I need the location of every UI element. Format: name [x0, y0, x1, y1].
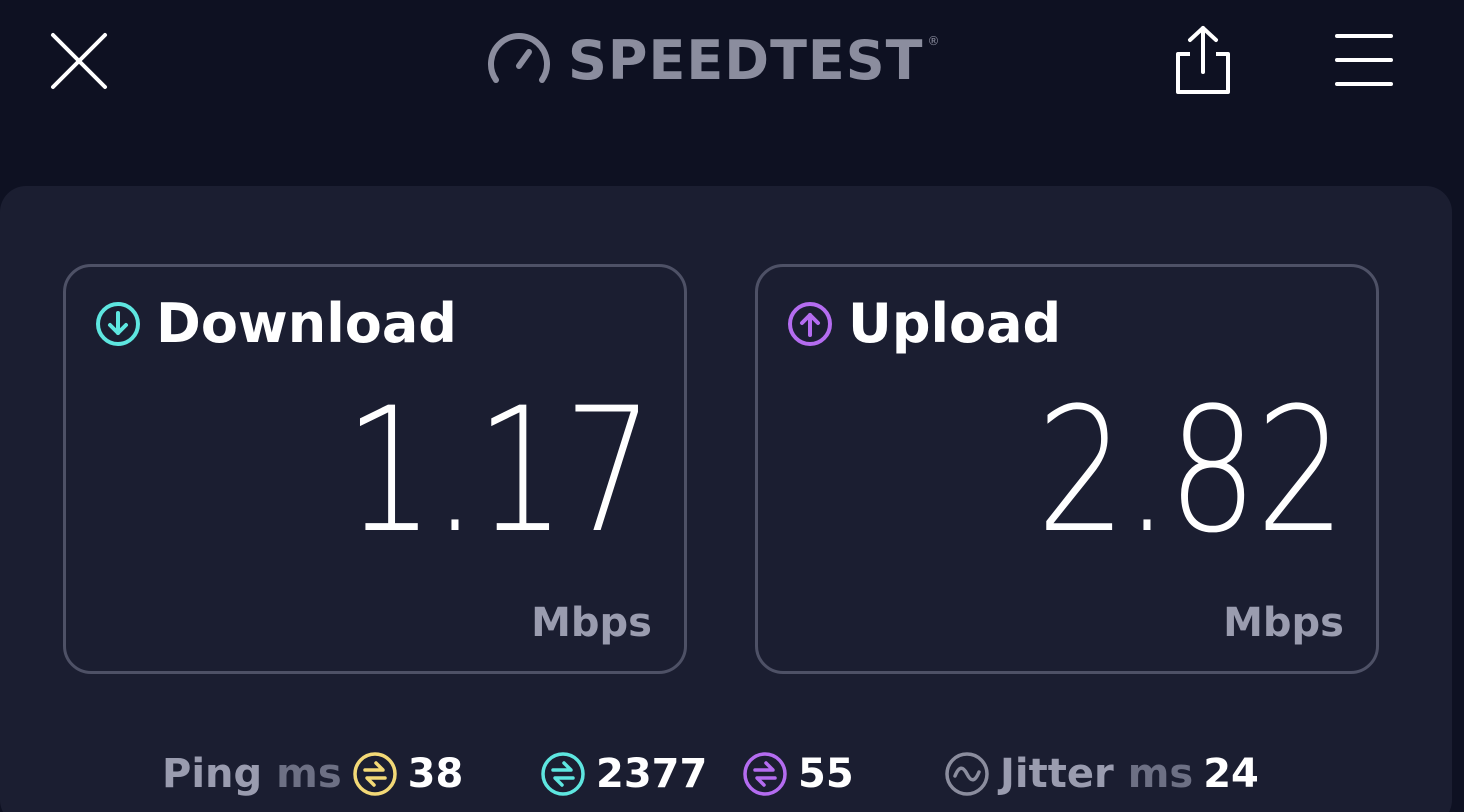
upload-card[interactable]: Upload 2.82 Mbps	[755, 264, 1379, 674]
download-speed-value: 1.17	[344, 370, 654, 571]
idle-latency-icon	[352, 752, 397, 796]
ping-label: Ping	[162, 751, 263, 797]
upload-title: Upload	[848, 292, 1062, 355]
close-button[interactable]	[48, 30, 110, 92]
upload-speed-value: 2.82	[1036, 370, 1346, 571]
upload-speed-unit: Mbps	[1223, 600, 1344, 646]
download-latency-icon	[541, 752, 585, 796]
download-title: Download	[156, 292, 457, 355]
download-ping-value: 2377	[596, 751, 708, 797]
download-header: Download	[94, 297, 457, 351]
share-icon	[1176, 26, 1230, 94]
jitter-value: 24	[1203, 751, 1259, 797]
jitter-unit: ms	[1127, 751, 1194, 797]
hamburger-menu-icon	[1335, 34, 1393, 86]
download-ping-stat[interactable]: 2377	[540, 742, 707, 806]
logo-text: SPEEDTEST	[568, 29, 924, 92]
download-card[interactable]: Download 1.17 Mbps	[63, 264, 687, 674]
upload-latency-icon	[743, 752, 787, 796]
upload-header: Upload	[786, 297, 1061, 351]
latency-stats-row: Ping ms 38 2377 55 Jitter ms 24	[0, 742, 1452, 806]
share-button[interactable]	[1170, 24, 1236, 98]
results-panel: Download 1.17 Mbps Upload 2.82 Mbps	[0, 186, 1452, 812]
download-speed-unit: Mbps	[531, 600, 652, 646]
speedtest-results-screen: SPEEDTEST ® Download 1.17 Mbps Upload 2.…	[0, 0, 1464, 812]
idle-ping-value: 38	[407, 751, 464, 797]
arrow-down-circle-icon	[96, 302, 140, 346]
speedtest-logo: SPEEDTEST ®	[486, 28, 940, 94]
ping-unit: ms	[276, 751, 342, 797]
speedometer-icon	[488, 33, 550, 83]
arrow-up-circle-icon	[788, 302, 832, 346]
close-icon	[51, 33, 107, 89]
menu-button[interactable]	[1334, 30, 1394, 90]
registered-mark: ®	[927, 34, 940, 48]
jitter-label: Jitter	[1000, 751, 1114, 797]
upload-ping-stat[interactable]: 55	[742, 742, 854, 806]
idle-ping-stat[interactable]: Ping ms 38	[162, 742, 463, 806]
jitter-wave-icon	[945, 752, 989, 796]
jitter-stat[interactable]: Jitter ms 24	[944, 742, 1259, 806]
upload-ping-value: 55	[798, 751, 854, 797]
